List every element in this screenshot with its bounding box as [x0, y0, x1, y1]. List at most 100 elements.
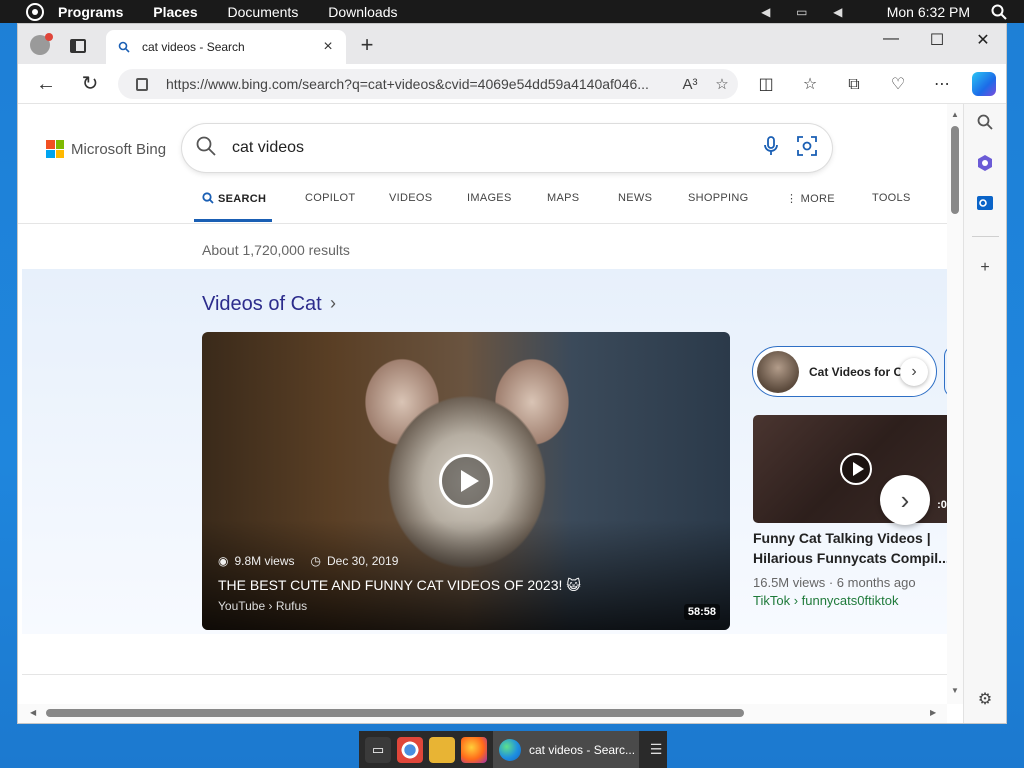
section-divider	[22, 674, 948, 675]
bing-results-page: Microsoft Bing cat videos SEARCH COPILOT…	[18, 104, 963, 723]
browser-window: cat videos - Search × + — ☐ ✕ ← ↻ https:…	[18, 24, 1006, 723]
chromium-icon[interactable]	[397, 736, 423, 763]
top-panel: Programs Places Documents Downloads ◀ ▭ …	[0, 0, 1024, 23]
url-field[interactable]: https://www.bing.com/search?q=cat+videos…	[118, 69, 738, 99]
scroll-down-icon[interactable]: ▼	[951, 686, 959, 695]
favorite-star-icon[interactable]: ☆	[706, 75, 738, 93]
url-text[interactable]: https://www.bing.com/search?q=cat+videos…	[166, 76, 674, 92]
sidebar-add-icon[interactable]: +	[975, 258, 995, 278]
taskbar-window-label: cat videos - Searc...	[529, 742, 636, 757]
sidebar-outlook-icon[interactable]	[975, 194, 995, 214]
favorites-icon[interactable]: ☆	[800, 75, 820, 95]
clock-icon: ◷	[310, 554, 321, 568]
minimize-button[interactable]: —	[876, 30, 906, 48]
scope-tools[interactable]: TOOLS	[872, 192, 911, 204]
volume-icon[interactable]: ◀	[829, 4, 847, 20]
tab-title: cat videos - Search	[142, 40, 245, 54]
menu-downloads[interactable]: Downloads	[328, 4, 397, 20]
scope-images[interactable]: IMAGES	[467, 192, 512, 204]
vertical-scrollbar[interactable]: ▲ ▼	[947, 104, 963, 704]
lock-icon[interactable]	[136, 77, 148, 91]
sidebar-shopping-icon[interactable]	[975, 154, 995, 174]
side-video-source[interactable]: TikTok › funnycats0ftiktok	[753, 593, 898, 608]
main-video-meta: ◉ 9.8M views ◷ Dec 30, 2019	[218, 554, 398, 568]
microsoft-logo-icon	[46, 140, 64, 158]
search-input[interactable]: cat videos	[232, 139, 760, 157]
search-icon[interactable]	[990, 4, 1008, 20]
carousel-next-button[interactable]: ›	[880, 475, 930, 525]
more-options-icon[interactable]: ⋯	[932, 75, 952, 95]
firefox-icon[interactable]	[461, 736, 487, 763]
file-manager-icon[interactable]	[429, 736, 455, 763]
scope-more[interactable]: ⋮ MORE	[786, 192, 835, 205]
scope-search[interactable]: SEARCH	[202, 192, 266, 205]
arrow-left-icon[interactable]: ◀	[757, 4, 775, 20]
microphone-icon[interactable]	[760, 135, 782, 161]
scope-copilot[interactable]: COPILOT	[305, 192, 355, 204]
tray: ◀ ▭ ◀ Mon 6:32 PM	[757, 0, 1024, 23]
main-video-views: 9.8M views	[234, 554, 295, 568]
scroll-left-icon[interactable]: ◀	[30, 708, 36, 717]
tab-close-icon[interactable]: ×	[316, 38, 340, 56]
bing-logo[interactable]: Microsoft Bing	[46, 140, 166, 158]
bing-logo-text: Microsoft Bing	[71, 140, 167, 158]
side-video-stats: 16.5M views · 6 months ago	[753, 575, 916, 590]
vertical-scroll-thumb[interactable]	[951, 126, 959, 214]
chevron-right-icon[interactable]: ›	[900, 358, 928, 386]
visual-search-icon[interactable]	[796, 135, 818, 161]
network-icon[interactable]: ▭	[793, 4, 811, 20]
menu-places[interactable]: Places	[153, 4, 197, 20]
read-aloud-icon[interactable]: A³	[674, 76, 706, 93]
taskbar-edge-window[interactable]: cat videos - Searc...	[493, 731, 639, 768]
tab-bar: cat videos - Search × + — ☐ ✕	[18, 24, 1006, 64]
horizontal-scrollbar[interactable]: ◀ ▶	[18, 704, 947, 723]
chevron-right-icon[interactable]: ›	[330, 293, 336, 314]
main-video-title[interactable]: THE BEST CUTE AND FUNNY CAT VIDEOS OF 20…	[218, 577, 581, 594]
browser-essentials-icon[interactable]: ♡	[888, 75, 908, 95]
active-scope-indicator	[194, 219, 272, 222]
scope-divider	[18, 223, 963, 224]
clock[interactable]: Mon 6:32 PM	[887, 4, 970, 20]
close-window-button[interactable]: ✕	[968, 30, 998, 50]
play-icon[interactable]	[439, 454, 493, 508]
profile-avatar-icon[interactable]	[30, 33, 53, 55]
scope-news[interactable]: NEWS	[618, 192, 652, 204]
maximize-button[interactable]: ☐	[922, 30, 952, 50]
pill-label: Cat Videos for C	[809, 364, 903, 379]
related-pill[interactable]: Cat Videos for C ›	[752, 346, 937, 397]
back-icon[interactable]: ←	[34, 72, 58, 96]
tab-actions-icon[interactable]	[70, 39, 86, 53]
menu-programs[interactable]: Programs	[58, 4, 123, 20]
split-screen-icon[interactable]: ◫	[756, 75, 776, 95]
scroll-right-icon[interactable]: ▶	[930, 708, 936, 717]
edge-sidebar: + ⚙	[963, 104, 1006, 723]
new-tab-button[interactable]: +	[356, 34, 378, 56]
sidebar-settings-icon[interactable]: ⚙	[975, 690, 995, 710]
sidebar-search-icon[interactable]	[975, 114, 995, 134]
main-video-card[interactable]: ◉ 9.8M views ◷ Dec 30, 2019 THE BEST CUT…	[202, 332, 730, 630]
horizontal-scroll-thumb[interactable]	[46, 709, 744, 717]
taskbar-menu-icon[interactable]: ☰	[645, 741, 667, 758]
side-video-title[interactable]: Funny Cat Talking Videos | Hilarious Fun…	[753, 528, 953, 568]
main-video-duration: 58:58	[683, 604, 720, 620]
top-menu: Programs Places Documents Downloads	[58, 4, 423, 20]
system-menu-icon[interactable]	[26, 2, 44, 21]
main-video-source: YouTube › Rufus	[218, 599, 308, 613]
videos-section-title[interactable]: Videos of Cat	[202, 293, 322, 316]
scroll-up-icon[interactable]: ▲	[951, 110, 959, 119]
play-icon[interactable]	[840, 453, 872, 485]
tab-cat-videos[interactable]: cat videos - Search ×	[106, 30, 346, 64]
scope-videos[interactable]: VIDEOS	[389, 192, 432, 204]
sidebar-divider	[972, 236, 999, 237]
scope-maps[interactable]: MAPS	[547, 192, 579, 204]
bing-search-favicon-icon	[118, 41, 130, 53]
refresh-icon[interactable]: ↻	[78, 72, 102, 96]
scope-shopping[interactable]: SHOPPING	[688, 192, 748, 204]
copilot-icon[interactable]	[972, 72, 996, 96]
video-shade	[202, 520, 730, 630]
collections-icon[interactable]: ⧉	[844, 75, 864, 95]
show-desktop-icon[interactable]: ▭	[365, 736, 391, 763]
search-box[interactable]: cat videos	[182, 124, 832, 172]
edge-icon	[499, 738, 521, 761]
menu-documents[interactable]: Documents	[228, 4, 299, 20]
